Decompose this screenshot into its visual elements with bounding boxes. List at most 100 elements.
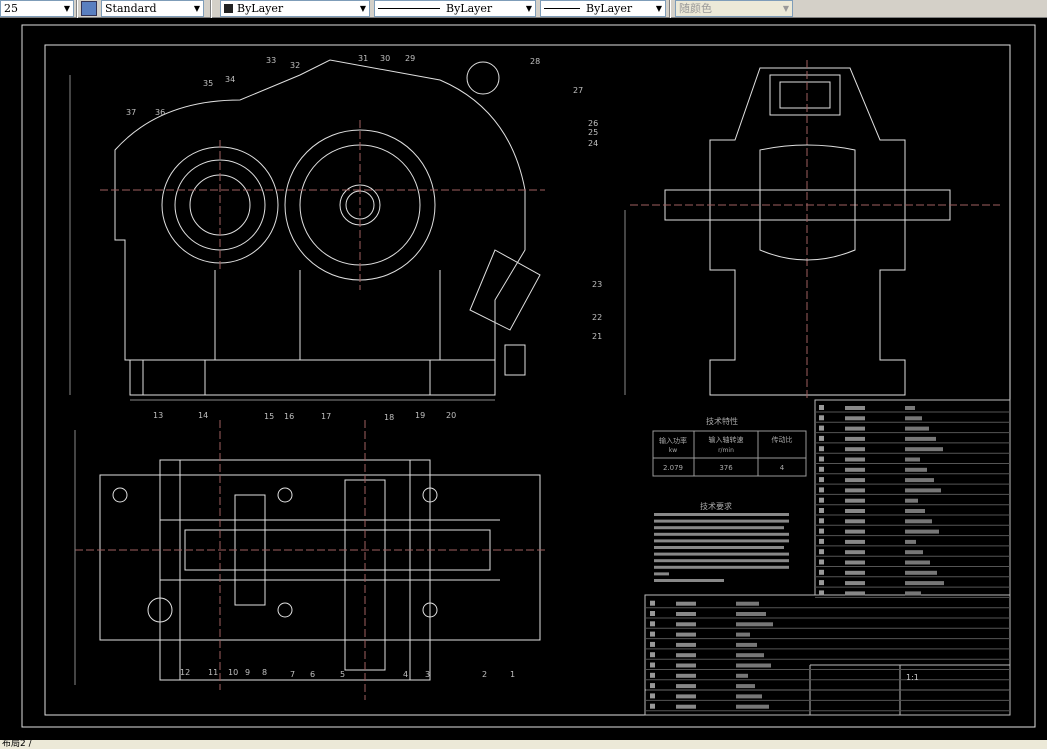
parts-row-index — [819, 590, 824, 596]
parts-row-index — [819, 435, 824, 441]
callout-number: 4 — [403, 670, 408, 679]
spec-value-power: 2.079 — [663, 464, 683, 472]
callout-number: 25 — [588, 128, 598, 137]
lineweight-preview — [544, 8, 580, 9]
linetype-dropdown[interactable]: ByLayer ▼ — [374, 0, 536, 17]
parts-row-index — [819, 477, 824, 483]
color-dropdown[interactable]: ByLayer ▼ — [220, 0, 370, 17]
callout-number: 37 — [126, 108, 136, 117]
textstyle-value: Standard — [105, 2, 157, 15]
callout-number: 22 — [592, 313, 602, 322]
parts-row-material — [905, 509, 925, 513]
callout-number: 6 — [310, 670, 315, 679]
requirement-line — [654, 532, 789, 536]
lineweight-dropdown[interactable]: ByLayer ▼ — [540, 0, 666, 17]
callout-number: 12 — [180, 668, 190, 677]
parts-row-name — [845, 436, 865, 441]
parts-row-name — [676, 632, 696, 637]
parts-row-material — [905, 581, 944, 586]
textstyle-dropdown[interactable]: Standard ▼ — [101, 0, 204, 17]
callout-number: 35 — [203, 79, 213, 88]
chevron-down-icon: ▼ — [193, 4, 200, 13]
plan-view — [74, 420, 545, 700]
chevron-down-icon: ▼ — [359, 4, 366, 13]
callout-number: 29 — [405, 54, 415, 63]
parts-row-name — [845, 457, 865, 462]
chevron-down-icon: ▼ — [525, 4, 532, 13]
lineweight-value: ByLayer — [586, 2, 633, 15]
callout-number: 7 — [290, 670, 295, 679]
parts-row-index — [819, 580, 824, 586]
layout-tabs: 布局2 / — [0, 740, 1047, 749]
toolbar-separator — [76, 0, 78, 18]
parts-row-material — [905, 406, 915, 410]
parts-row-index — [650, 621, 655, 627]
chevron-down-icon: ▼ — [655, 4, 662, 13]
parts-row-material — [736, 704, 769, 709]
callout-number: 15 — [264, 412, 274, 421]
callout-number: 24 — [588, 139, 598, 148]
parts-row-material — [736, 601, 759, 606]
callout-number: 3 — [425, 670, 430, 679]
parts-row-material — [905, 457, 920, 462]
parts-row-material — [905, 591, 921, 596]
parts-row-index — [650, 683, 655, 689]
tab-layout2[interactable]: 布局2 — [2, 739, 26, 749]
parts-row-name — [676, 663, 696, 668]
callout-number: 23 — [592, 280, 602, 289]
spec-unit-power: kw — [669, 447, 677, 454]
parts-row-material — [905, 416, 922, 421]
chevron-down-icon: ▼ — [782, 4, 789, 13]
parts-row-index — [819, 497, 824, 503]
inner-frame — [44, 44, 1011, 716]
parts-row-index — [650, 631, 655, 637]
parts-row-material — [736, 632, 750, 637]
textstyle-icon[interactable] — [81, 1, 97, 16]
callout-number: 8 — [262, 668, 267, 677]
spec-value-ratio: 4 — [780, 464, 785, 472]
callout-number: 19 — [415, 411, 425, 420]
plotstyle-dropdown[interactable]: 随颜色 ▼ — [675, 0, 793, 17]
callout-number: 5 — [340, 670, 345, 679]
requirements-text — [654, 513, 789, 582]
parts-row-material — [905, 478, 934, 483]
requirement-line — [654, 539, 789, 543]
parts-row-name — [845, 539, 865, 544]
parts-row-name — [845, 406, 865, 410]
parts-row-index — [819, 518, 824, 524]
parts-row-index — [650, 703, 655, 709]
parts-row-index — [819, 405, 824, 410]
parts-row-name — [676, 642, 696, 647]
parts-row-material — [905, 560, 930, 565]
dimstyle-dropdown[interactable]: 25 ▼ — [0, 0, 74, 17]
requirement-line — [654, 552, 789, 556]
parts-row-material — [905, 539, 916, 544]
callout-number: 9 — [245, 668, 250, 677]
parts-row-name — [676, 601, 696, 606]
parts-row-material — [736, 642, 757, 647]
parts-row-name — [676, 612, 696, 616]
parts-row-name — [676, 684, 696, 689]
side-view — [624, 60, 1000, 400]
callout-number: 2 — [482, 670, 487, 679]
callout-number: 1 — [510, 670, 515, 679]
parts-list — [644, 399, 1011, 716]
parts-row-index — [819, 549, 824, 555]
part-callouts: 333231 30 29 282726252423222135 3437 3613 14 15… — [126, 54, 602, 679]
requirements-title: 技术要求 — [700, 501, 732, 511]
chevron-down-icon: ▼ — [63, 4, 70, 13]
parts-row-material — [905, 436, 936, 441]
spec-table-title: 技术特性 — [706, 416, 738, 426]
properties-toolbar: 25 ▼ Standard ▼ ByLayer ▼ ByLayer ▼ ByLayer ▼… — [0, 0, 1047, 18]
parts-row-name — [845, 416, 865, 421]
parts-row-material — [736, 653, 764, 658]
drawing-canvas[interactable]: 33 32 31 30 29 28 27 26 25 24 23 22 21 35 34 37 36 13 14 15… — [0, 18, 1047, 740]
parts-row-material — [736, 673, 748, 678]
parts-row-material — [905, 498, 918, 503]
parts-row-name — [676, 653, 696, 658]
callout-number: 18 — [384, 413, 394, 422]
requirement-line — [654, 513, 789, 516]
parts-row-material — [736, 694, 762, 699]
callout-number: 33 — [266, 56, 276, 65]
parts-row-index — [819, 559, 824, 565]
